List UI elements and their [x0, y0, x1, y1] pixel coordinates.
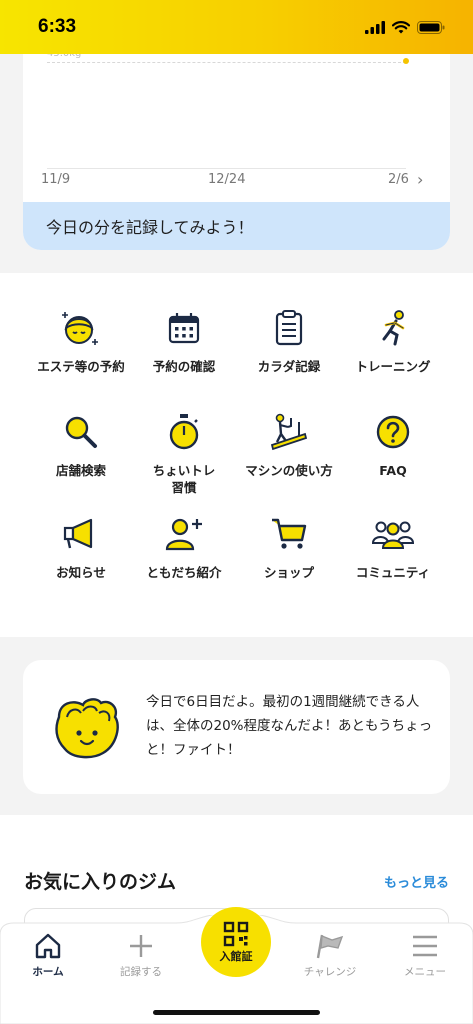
menu-label: ちょいトレ 習慣	[152, 463, 216, 495]
menu-item-shop[interactable]: ショップ	[230, 511, 348, 582]
tab-label: チャレンジ	[303, 966, 357, 978]
menu-label: 予約の確認	[152, 359, 216, 374]
menu-label: エステ等の予約	[37, 359, 125, 374]
treadmill-icon	[266, 409, 312, 455]
menu-grid: エステ等の予約 予約の確認 カラダ記録 トレーニング 店舗検索 ちょいトレ 習慣…	[0, 273, 473, 637]
menu-label: トレーニング	[355, 359, 431, 374]
running-person-icon	[370, 305, 416, 351]
menu-item-esthe[interactable]: エステ等の予約	[22, 305, 140, 376]
question-icon	[370, 409, 416, 455]
clipboard-icon	[266, 305, 312, 351]
menu-label: 店舗検索	[55, 463, 106, 478]
chart-x-tick: 11/9	[41, 172, 71, 187]
face-mask-icon	[58, 305, 104, 351]
menu-label: FAQ	[379, 463, 407, 478]
chart-reference-line	[47, 62, 406, 63]
section-title: お気に入りのジム	[24, 871, 177, 893]
record-prompt-button[interactable]: 今日の分を記録してみよう！	[23, 202, 450, 250]
menu-item-training[interactable]: トレーニング	[334, 305, 452, 376]
cart-icon	[266, 511, 312, 557]
checkin-pass-button[interactable]: 入館証	[201, 907, 271, 977]
menu-item-choi-training[interactable]: ちょいトレ 習慣	[125, 409, 243, 497]
weight-chart: 45.0kg 11/9 12/24 2/6 ›	[23, 30, 450, 202]
checkin-label: 入館証	[219, 949, 253, 963]
search-icon	[58, 409, 104, 455]
chart-x-tick: 12/24	[208, 172, 246, 187]
tab-menu[interactable]: メニュー	[385, 931, 465, 979]
chart-data-point	[403, 58, 409, 64]
menu-item-faq[interactable]: FAQ	[334, 409, 452, 480]
menu-item-reservation-check[interactable]: 予約の確認	[125, 305, 243, 376]
menu-item-news[interactable]: お知らせ	[22, 511, 140, 582]
plus-icon	[128, 931, 154, 961]
tab-challenge[interactable]: チャレンジ	[290, 931, 370, 979]
weight-chart-card: 45.0kg 11/9 12/24 2/6 › 今日の分を記録してみよう！	[23, 30, 450, 250]
menu-label: マシンの使い方	[245, 463, 333, 478]
status-bar: 6:33	[0, 0, 473, 54]
status-time: 6:33	[38, 16, 77, 37]
tab-label: ホーム	[32, 966, 64, 978]
chart-x-tick: 2/6	[388, 172, 409, 187]
community-icon	[370, 511, 416, 557]
chart-x-axis	[47, 168, 406, 169]
menu-label: ともだち紹介	[146, 565, 222, 580]
hamburger-menu-icon	[412, 931, 438, 961]
menu-label: ショップ	[263, 565, 314, 580]
flag-icon	[316, 931, 344, 961]
menu-label: コミュニティ	[355, 565, 431, 580]
tab-home[interactable]: ホーム	[8, 931, 88, 979]
tab-record[interactable]: 記録する	[101, 931, 181, 979]
mascot-message: 今日で6日目だよ。最初の1週間継続できる人は、全体の20%程度なんだよ！あともう…	[146, 694, 433, 758]
menu-item-community[interactable]: コミュニティ	[334, 511, 452, 582]
chevron-right-icon[interactable]: ›	[417, 170, 423, 189]
battery-icon	[417, 20, 445, 34]
mascot-message-card: 今日で6日目だよ。最初の1週間継続できる人は、全体の20%程度なんだよ！あともう…	[23, 660, 450, 794]
stopwatch-icon	[161, 409, 207, 455]
status-icons	[365, 20, 445, 34]
mascot-icon	[55, 698, 119, 759]
home-indicator	[153, 1010, 320, 1015]
tab-label: メニュー	[404, 966, 446, 978]
calendar-icon	[161, 305, 207, 351]
signal-icon	[365, 20, 385, 34]
megaphone-icon	[58, 511, 104, 557]
menu-item-invite-friend[interactable]: ともだち紹介	[125, 511, 243, 582]
see-more-link[interactable]: もっと見る	[384, 872, 449, 891]
menu-label: カラダ記録	[257, 359, 321, 374]
qr-code-icon	[223, 921, 249, 946]
add-friend-icon	[161, 511, 207, 557]
menu-label: お知らせ	[56, 565, 106, 580]
wifi-icon	[392, 20, 410, 33]
bottom-tab-bar: ホーム 記録する 入館証 チャレンジ メニュー	[0, 907, 473, 1024]
menu-item-body-record[interactable]: カラダ記録	[230, 305, 348, 376]
tab-label: 記録する	[120, 966, 162, 978]
menu-item-machine-usage[interactable]: マシンの使い方	[230, 409, 348, 480]
menu-item-store-search[interactable]: 店舗検索	[22, 409, 140, 480]
home-icon	[34, 931, 62, 961]
